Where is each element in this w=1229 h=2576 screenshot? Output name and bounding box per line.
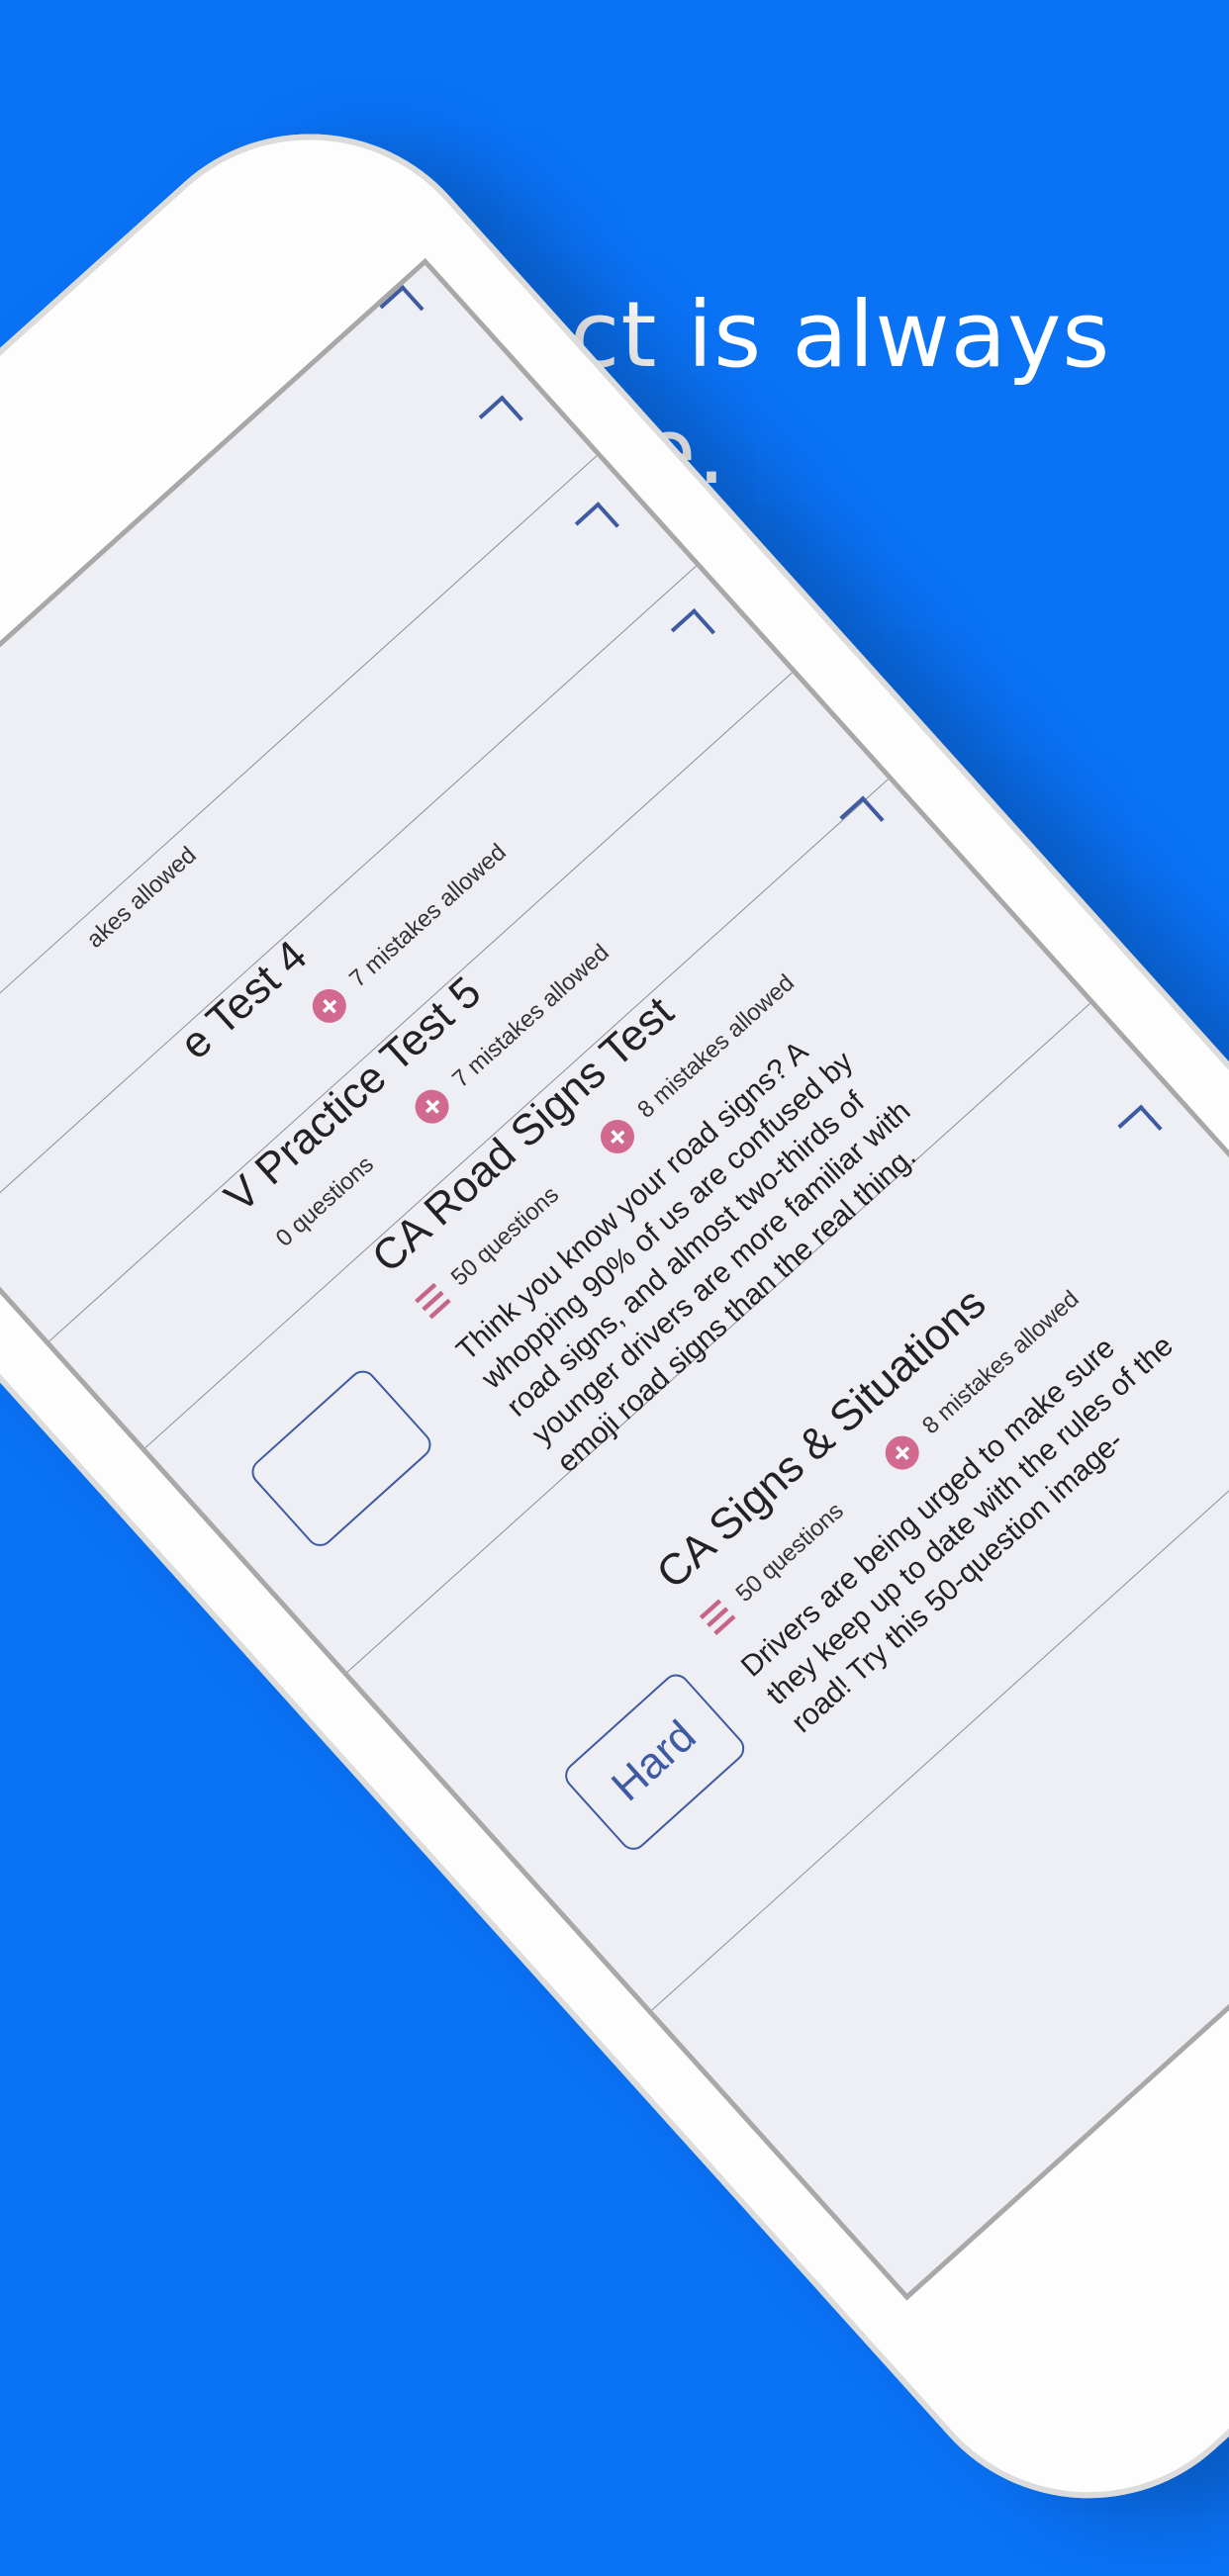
chevron-corner-icon	[1117, 1104, 1163, 1150]
chevron-corner-icon	[670, 607, 715, 654]
difficulty-badge[interactable]	[245, 1364, 437, 1552]
chevron-corner-icon	[574, 502, 619, 547]
difficulty-badge[interactable]: Hard	[559, 1668, 750, 1856]
list-icon: ☰	[695, 1594, 743, 1643]
chevron-corner-icon	[478, 395, 523, 440]
chevron-corner-icon	[839, 795, 885, 841]
plus-circle-icon: +	[593, 1113, 641, 1161]
app-screen: akes allowed e Test 4 + 7 mistakes allow…	[0, 257, 1229, 2301]
list-icon: ☰	[410, 1277, 458, 1327]
chevron-corner-icon	[379, 284, 425, 330]
plus-circle-icon: +	[878, 1428, 926, 1477]
